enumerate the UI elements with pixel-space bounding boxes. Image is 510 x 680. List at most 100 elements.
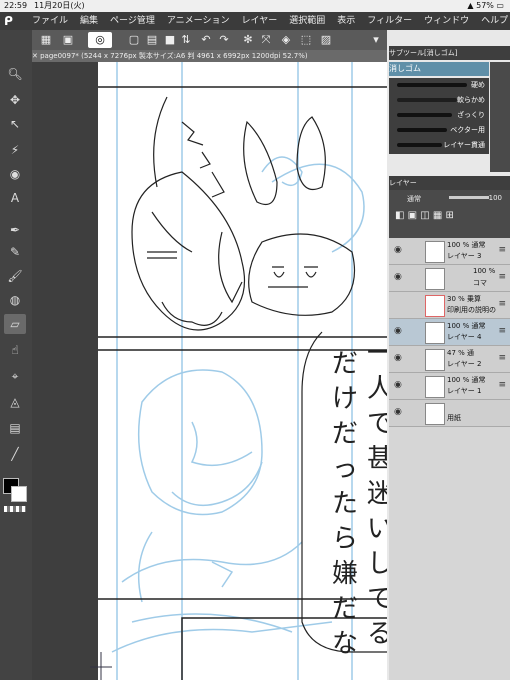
subtool-item[interactable]: 軟らかめ xyxy=(389,93,489,108)
move-tool-icon[interactable]: ✥ xyxy=(4,90,26,110)
open-icon[interactable]: ▤ xyxy=(144,32,160,48)
ruler-tool-icon[interactable]: ⌖ xyxy=(4,366,26,386)
layer-menu-icon[interactable]: ≡ xyxy=(498,299,506,309)
eye-icon[interactable]: ◉ xyxy=(394,245,404,255)
fill-icon[interactable]: ◈ xyxy=(278,32,294,48)
subtool-item[interactable]: ざっくり xyxy=(389,108,489,123)
layer-menu-icon[interactable]: ≡ xyxy=(498,326,506,336)
brush-tool-icon[interactable]: 🖌︎ xyxy=(4,266,26,286)
layer-thumbnail xyxy=(425,349,445,371)
svg-text:甚: 甚 xyxy=(367,444,387,474)
menu-bar: ᑭ ファイル 編集 ページ管理 アニメーション レイヤー 選択範囲 表示 フィル… xyxy=(0,12,510,30)
stepper-icon[interactable]: ⇅ xyxy=(178,32,194,48)
layer-row[interactable]: ◉ 100 % コマ ≡ xyxy=(389,265,510,292)
eye-icon[interactable]: ◉ xyxy=(394,407,404,417)
line-tool-icon[interactable]: ╱ xyxy=(4,444,26,464)
layer-menu-icon[interactable]: ≡ xyxy=(498,353,506,363)
eye-icon[interactable]: ◉ xyxy=(394,272,404,282)
dropdown-icon[interactable]: ▾ xyxy=(368,32,384,48)
svg-text:っ: っ xyxy=(332,454,358,484)
command-bar: ▦ ▣ ◎ ▢ ▤ ■ ⇅ ↶ ↷ ✻ ⤧ ◈ ⬚ ▨ ▾ xyxy=(32,30,387,50)
color-box-icon[interactable]: ■ xyxy=(162,32,178,48)
layer-thumbnail xyxy=(425,268,445,290)
main-menu: ファイル 編集 ページ管理 アニメーション レイヤー 選択範囲 表示 フィルター… xyxy=(32,12,510,30)
svg-text:迷: 迷 xyxy=(367,479,387,509)
layer-thumbnail xyxy=(425,322,445,344)
menu-filter[interactable]: フィルター xyxy=(367,12,412,30)
menu-help[interactable]: ヘルプ xyxy=(481,12,508,30)
transparent-color-swatch[interactable] xyxy=(4,506,26,512)
pencil-tool-icon[interactable]: ✎ xyxy=(4,242,26,262)
selection-tool-icon[interactable]: ⚡ xyxy=(4,140,26,160)
svg-text:嫌: 嫌 xyxy=(332,559,358,589)
tool-palette: 🔍︎ ✥ ↖ ⚡ ◉ A ✒ ✎ 🖌︎ ◍ ▱ ☝ ⌖ ◬ ▤ ╱ xyxy=(0,30,32,680)
layer-thumbnail xyxy=(425,376,445,398)
svg-text:た: た xyxy=(332,489,358,519)
airbrush-tool-icon[interactable]: ◍ xyxy=(4,290,26,310)
menu-edit[interactable]: 編集 xyxy=(80,12,98,30)
select-all-icon[interactable]: ⬚ xyxy=(298,32,314,48)
blend-mode-select[interactable]: 通常 xyxy=(407,194,421,204)
opacity-slider[interactable] xyxy=(449,196,489,199)
layer-row[interactable]: 30 % 乗算 印刷用の説明の ≡ xyxy=(389,292,510,319)
menu-selection[interactable]: 選択範囲 xyxy=(289,12,325,30)
close-tab-icon[interactable]: ✕ xyxy=(32,52,40,60)
manga-sketch: 一 人 で 甚 だ け だ っ た ら 嫌 だ な 迷 い し て る xyxy=(90,62,387,680)
svg-text:で: で xyxy=(367,409,387,439)
grid-icon[interactable]: ▦ xyxy=(38,32,54,48)
document-tab[interactable]: ✕ page0097* (5244 x 7276px 製本サイズ:A6 判 49… xyxy=(32,50,387,62)
menu-view[interactable]: 表示 xyxy=(337,12,355,30)
hide-selection-icon[interactable]: ▨ xyxy=(318,32,334,48)
subtool-title: サブツール[消しゴム] xyxy=(389,49,458,57)
app-logo-icon[interactable]: ᑭ xyxy=(4,14,18,28)
opacity-value[interactable]: 100 xyxy=(489,194,502,202)
eraser-tool-icon[interactable]: ▱ xyxy=(4,314,26,334)
menu-window[interactable]: ウィンドウ xyxy=(424,12,469,30)
layer-menu-icon[interactable]: ≡ xyxy=(498,245,506,255)
menu-animation[interactable]: アニメーション xyxy=(167,12,230,30)
svg-text:だ: だ xyxy=(332,349,358,379)
eye-icon[interactable]: ◉ xyxy=(394,353,404,363)
text-tool-icon[interactable]: A xyxy=(4,188,26,208)
redo-icon[interactable]: ↷ xyxy=(216,32,232,48)
svg-text:る: る xyxy=(367,619,387,649)
operation-tool-icon[interactable]: ↖ xyxy=(4,114,26,134)
svg-text:な: な xyxy=(332,629,358,659)
spin-icon[interactable]: ✻ xyxy=(240,32,256,48)
bucket-tool-icon[interactable]: ◬ xyxy=(4,392,26,412)
blend-tool-icon[interactable]: ☝ xyxy=(4,340,26,360)
pen-tool-icon[interactable]: ✒ xyxy=(4,220,26,240)
layer-menu-icon[interactable]: ≡ xyxy=(498,380,506,390)
svg-text:い: い xyxy=(367,514,387,544)
menu-layer[interactable]: レイヤー xyxy=(242,12,278,30)
clip-studio-icon[interactable]: ◎ xyxy=(88,32,112,48)
layer-row[interactable]: ◉ 47 % 通レイヤー 2 ≡ xyxy=(389,346,510,373)
layer-row[interactable]: ◉ 用紙 xyxy=(389,400,510,427)
transform-icon[interactable]: ⤧ xyxy=(258,32,274,48)
canvas-area[interactable]: 一 人 で 甚 だ け だ っ た ら 嫌 だ な 迷 い し て る xyxy=(32,62,387,680)
eye-icon[interactable]: ◉ xyxy=(394,380,404,390)
layer-row[interactable]: ◉ 100 % 通常 レイヤー 1 ≡ xyxy=(389,373,510,400)
date: 11月20日(火) xyxy=(34,1,85,10)
layer-row[interactable]: ◉ 100 % 通常 レイヤー 4 ≡ xyxy=(389,319,510,346)
layer-tool-icon[interactable]: ◧ ▣ ◫ ▦ ⊞ xyxy=(395,210,454,221)
sub-color-swatch[interactable] xyxy=(11,486,27,502)
eye-icon[interactable]: ◉ xyxy=(394,326,404,336)
subtool-item[interactable]: 硬め xyxy=(389,78,489,93)
layer-panel-title: レイヤー xyxy=(389,179,417,187)
subtool-panel-header: サブツール[消しゴム] xyxy=(389,46,510,60)
layer-menu-icon[interactable]: ≡ xyxy=(498,272,506,282)
gradient-tool-icon[interactable]: ▤ xyxy=(4,418,26,438)
svg-text:だ: だ xyxy=(332,419,358,449)
zoom-tool-icon[interactable]: 🔍︎ xyxy=(4,64,26,84)
fill-tool-icon[interactable]: ◉ xyxy=(4,164,26,184)
menu-page[interactable]: ページ管理 xyxy=(110,12,155,30)
subtool-item[interactable]: ベクター用 xyxy=(389,123,489,138)
undo-icon[interactable]: ↶ xyxy=(198,32,214,48)
menu-file[interactable]: ファイル xyxy=(32,12,68,30)
subtool-group-tab[interactable]: 消しゴム xyxy=(389,62,489,76)
new-page-icon[interactable]: ▢ xyxy=(126,32,142,48)
layer-row[interactable]: ◉ 100 % 通常 レイヤー 3 ≡ xyxy=(389,238,510,265)
subtool-item[interactable]: レイヤー貫通 xyxy=(389,138,489,153)
save-icon[interactable]: ▣ xyxy=(60,32,76,48)
